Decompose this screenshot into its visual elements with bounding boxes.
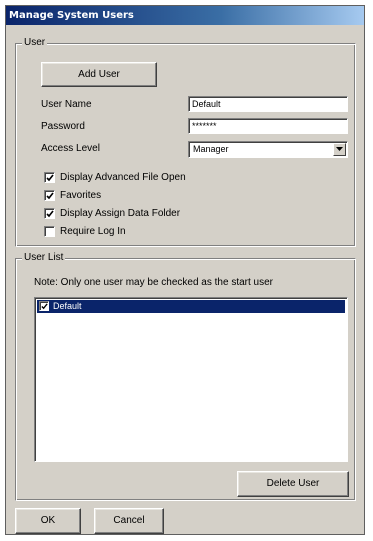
display-assign-data-folder-label: Display Assign Data Folder (60, 208, 181, 219)
option-display-assign-data-folder[interactable]: Display Assign Data Folder (44, 207, 304, 221)
start-user-checkbox[interactable] (39, 301, 49, 311)
require-log-in-checkbox[interactable] (44, 226, 55, 237)
dialog-title: Manage System Users (6, 6, 364, 25)
user-list-note: Note: Only one user may be checked as th… (34, 277, 274, 288)
list-item[interactable]: Default (37, 300, 345, 313)
user-name-label: User Name (41, 99, 92, 110)
option-display-advanced-file-open[interactable]: Display Advanced File Open (44, 171, 304, 185)
display-advanced-file-open-label: Display Advanced File Open (60, 172, 186, 183)
user-name-field[interactable] (188, 96, 348, 112)
user-group-legend: User (22, 37, 48, 49)
check-icon (46, 174, 54, 182)
password-field[interactable] (188, 118, 348, 134)
option-require-log-in[interactable]: Require Log In (44, 225, 304, 239)
user-listbox[interactable]: Default (34, 297, 348, 462)
option-favorites[interactable]: Favorites (44, 189, 304, 203)
favorites-checkbox[interactable] (44, 190, 55, 201)
password-label: Password (41, 121, 85, 132)
favorites-label: Favorites (60, 190, 102, 201)
access-level-value: Manager (193, 144, 229, 154)
display-advanced-file-open-checkbox[interactable] (44, 172, 55, 183)
chevron-down-icon[interactable] (333, 143, 346, 156)
access-level-select[interactable]: Manager (188, 141, 348, 158)
user-groupbox: User Add User User Name Password Access … (15, 37, 356, 247)
delete-user-button[interactable]: Delete User (237, 471, 349, 497)
user-options: Display Advanced File Open Favorites Dis… (44, 171, 344, 243)
cancel-button[interactable]: Cancel (94, 508, 164, 534)
manage-users-dialog: Manage System Users User Add User User N… (5, 5, 365, 535)
display-assign-data-folder-checkbox[interactable] (44, 208, 55, 219)
add-user-button[interactable]: Add User (41, 62, 157, 87)
require-log-in-label: Require Log In (60, 226, 126, 237)
list-item-label: Default (53, 301, 82, 311)
check-icon (41, 303, 48, 310)
ok-button[interactable]: OK (15, 508, 81, 534)
check-icon (46, 210, 54, 218)
access-level-label: Access Level (41, 143, 100, 154)
user-list-groupbox: User List Note: Only one user may be che… (15, 252, 356, 501)
user-list-group-legend: User List (22, 252, 66, 264)
check-icon (46, 192, 54, 200)
